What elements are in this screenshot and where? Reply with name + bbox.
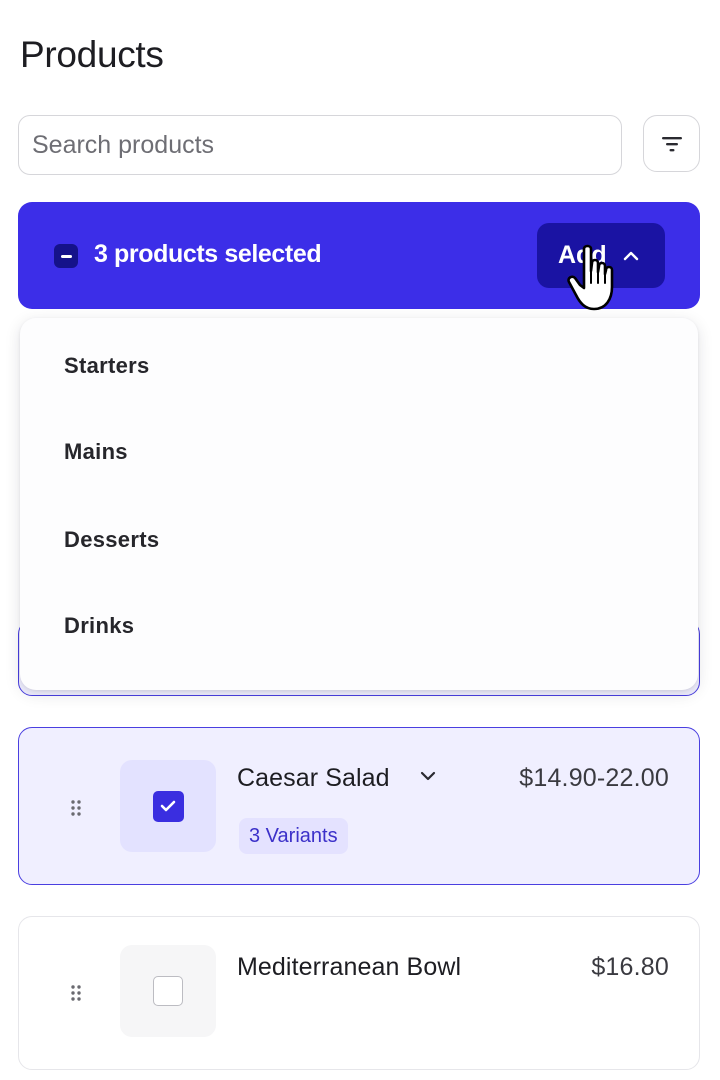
selected-count: 3 products selected bbox=[94, 240, 322, 268]
minus-icon bbox=[60, 254, 72, 258]
page-title: Products bbox=[20, 34, 164, 75]
drag-handle-icon[interactable] bbox=[69, 798, 83, 818]
menu-item-desserts[interactable]: Desserts bbox=[64, 527, 159, 553]
chevron-down-icon[interactable] bbox=[419, 770, 437, 782]
product-checkbox[interactable] bbox=[153, 976, 183, 1006]
menu-item-mains[interactable]: Mains bbox=[64, 439, 128, 465]
product-price: $16.80 bbox=[591, 953, 669, 981]
drag-handle-icon[interactable] bbox=[69, 983, 83, 1003]
chevron-up-icon bbox=[623, 251, 638, 260]
add-dropdown-menu: Starters Mains Desserts Drinks bbox=[20, 318, 698, 690]
product-card-caesar-salad[interactable]: Caesar Salad $14.90-22.00 3 Variants bbox=[18, 727, 700, 885]
product-card-mediterranean-bowl[interactable]: Mediterranean Bowl $16.80 bbox=[18, 916, 700, 1070]
hand-pointer-cursor bbox=[567, 244, 614, 311]
variants-badge[interactable]: 3 Variants bbox=[239, 818, 348, 854]
menu-item-drinks[interactable]: Drinks bbox=[64, 613, 134, 639]
product-thumbnail bbox=[120, 945, 216, 1037]
checkmark-icon bbox=[160, 800, 176, 812]
product-name: Caesar Salad bbox=[237, 764, 390, 792]
product-name: Mediterranean Bowl bbox=[237, 953, 462, 981]
product-thumbnail bbox=[120, 760, 216, 852]
search-input[interactable] bbox=[18, 115, 622, 175]
filter-icon bbox=[661, 136, 682, 151]
filter-button[interactable] bbox=[643, 115, 700, 172]
menu-item-starters[interactable]: Starters bbox=[64, 353, 150, 379]
select-all-checkbox[interactable] bbox=[54, 244, 78, 268]
product-price: $14.90-22.00 bbox=[519, 764, 669, 792]
product-checkbox[interactable] bbox=[152, 790, 184, 822]
